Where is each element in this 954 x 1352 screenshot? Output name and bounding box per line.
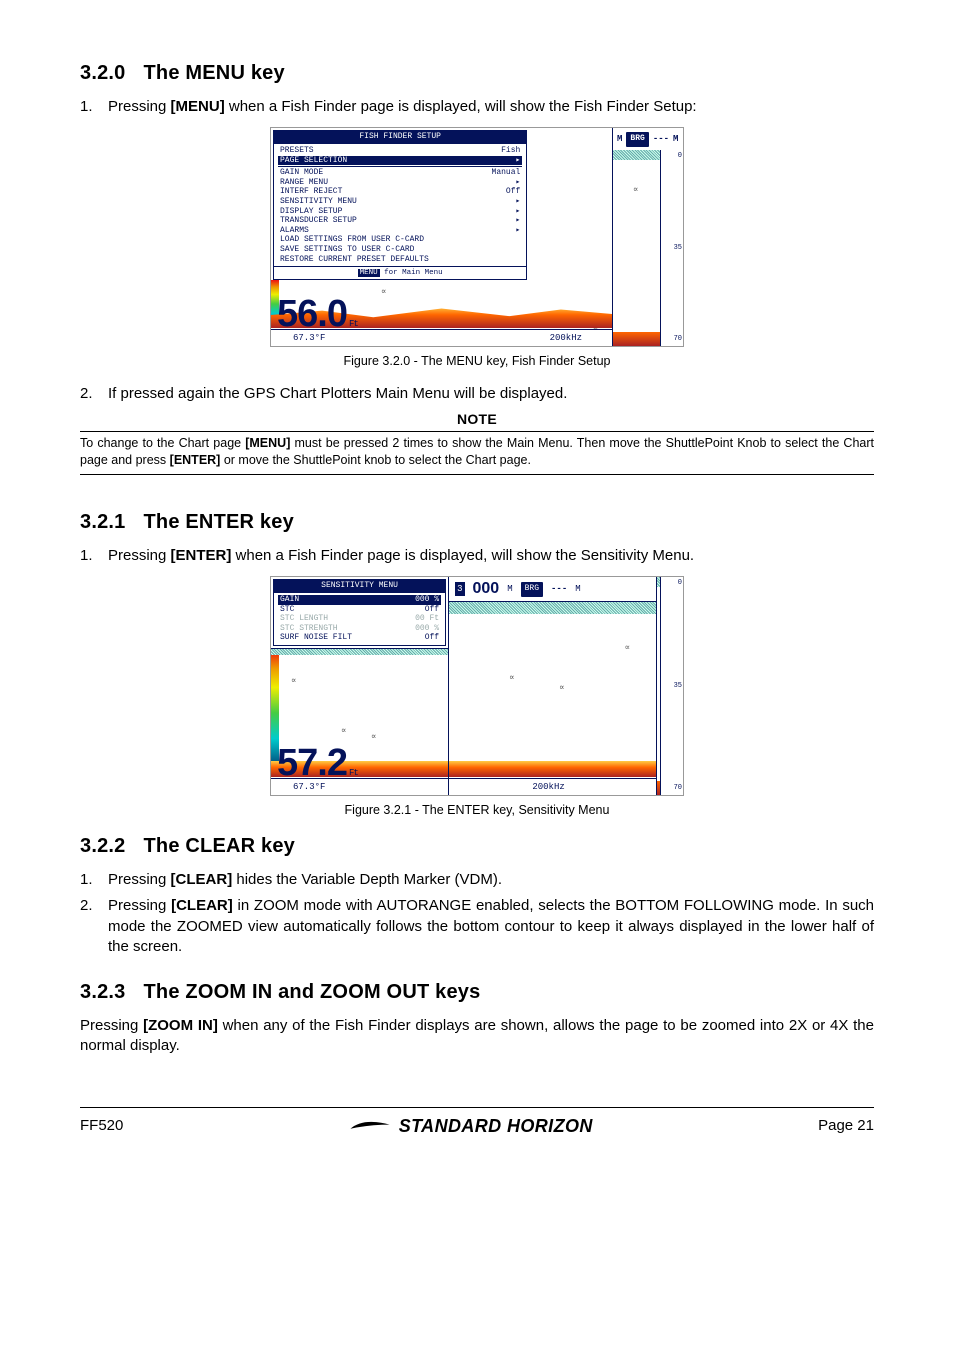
heading-3-2-2: 3.2.2The CLEAR key bbox=[80, 833, 874, 860]
menu-row: GAIN000 % bbox=[278, 595, 441, 605]
menu-row: PRESETSFish bbox=[278, 146, 522, 156]
heading-3-2-3: 3.2.3The ZOOM IN and ZOOM OUT keys bbox=[80, 979, 874, 1006]
menu-row: SENSITIVITY MENU▸ bbox=[278, 197, 522, 207]
s320-item-2: 2. If pressed again the GPS Chart Plotte… bbox=[80, 384, 874, 404]
menu-row: GAIN MODEManual bbox=[278, 168, 522, 178]
s322-item-2: 2. Pressing [CLEAR] in ZOOM mode with AU… bbox=[80, 896, 874, 957]
menu-row: PAGE SELECTION▸ bbox=[278, 156, 522, 166]
menu-row: STC LENGTH00 Ft bbox=[278, 614, 441, 624]
menu-row: RESTORE CURRENT PRESET DEFAULTS bbox=[278, 255, 522, 265]
s323-paragraph: Pressing [ZOOM IN] when any of the Fish … bbox=[80, 1016, 874, 1057]
s322-item-1: 1. Pressing [CLEAR] hides the Variable D… bbox=[80, 870, 874, 890]
fig-3-2-1-screenshot: SENSITIVITY MENU GAIN000 %STCOffSTC LENG… bbox=[270, 576, 684, 796]
menu-row: LOAD SETTINGS FROM USER C-CARD bbox=[278, 235, 522, 245]
footer-brand: STANDARD HORIZON bbox=[349, 1114, 593, 1138]
footer-model: FF520 bbox=[80, 1116, 123, 1136]
fig-3-2-0-screenshot: FISH FINDER SETUP PRESETSFishPAGE SELECT… bbox=[270, 127, 684, 347]
fig-caption-3-2-0: Figure 3.2.0 - The MENU key, Fish Finder… bbox=[80, 353, 874, 370]
s320-item-1: 1. Pressing [MENU] when a Fish Finder pa… bbox=[80, 97, 874, 117]
menu-row: INTERF REJECTOff bbox=[278, 187, 522, 197]
brand-swoosh-icon bbox=[349, 1119, 391, 1133]
menu-row: STCOff bbox=[278, 605, 441, 615]
menu-row: TRANSDUCER SETUP▸ bbox=[278, 216, 522, 226]
s321-item-1: 1. Pressing [ENTER] when a Fish Finder p… bbox=[80, 546, 874, 566]
heading-3-2-1: 3.2.1The ENTER key bbox=[80, 509, 874, 536]
page-footer: FF520 STANDARD HORIZON Page 21 bbox=[80, 1107, 874, 1138]
fig-caption-3-2-1: Figure 3.2.1 - The ENTER key, Sensitivit… bbox=[80, 802, 874, 819]
menu-row: RANGE MENU▸ bbox=[278, 178, 522, 188]
menu-row: ALARMS▸ bbox=[278, 226, 522, 236]
menu-row: SAVE SETTINGS TO USER C-CARD bbox=[278, 245, 522, 255]
menu-row: DISPLAY SETUP▸ bbox=[278, 207, 522, 217]
menu-row: STC STRENGTH000 % bbox=[278, 624, 441, 634]
heading-3-2-0: 3.2.0The MENU key bbox=[80, 60, 874, 87]
note-body: To change to the Chart page [MENU] must … bbox=[80, 431, 874, 475]
footer-page: Page 21 bbox=[818, 1116, 874, 1136]
menu-row: SURF NOISE FILTOff bbox=[278, 633, 441, 643]
note-heading: NOTE bbox=[80, 410, 874, 429]
